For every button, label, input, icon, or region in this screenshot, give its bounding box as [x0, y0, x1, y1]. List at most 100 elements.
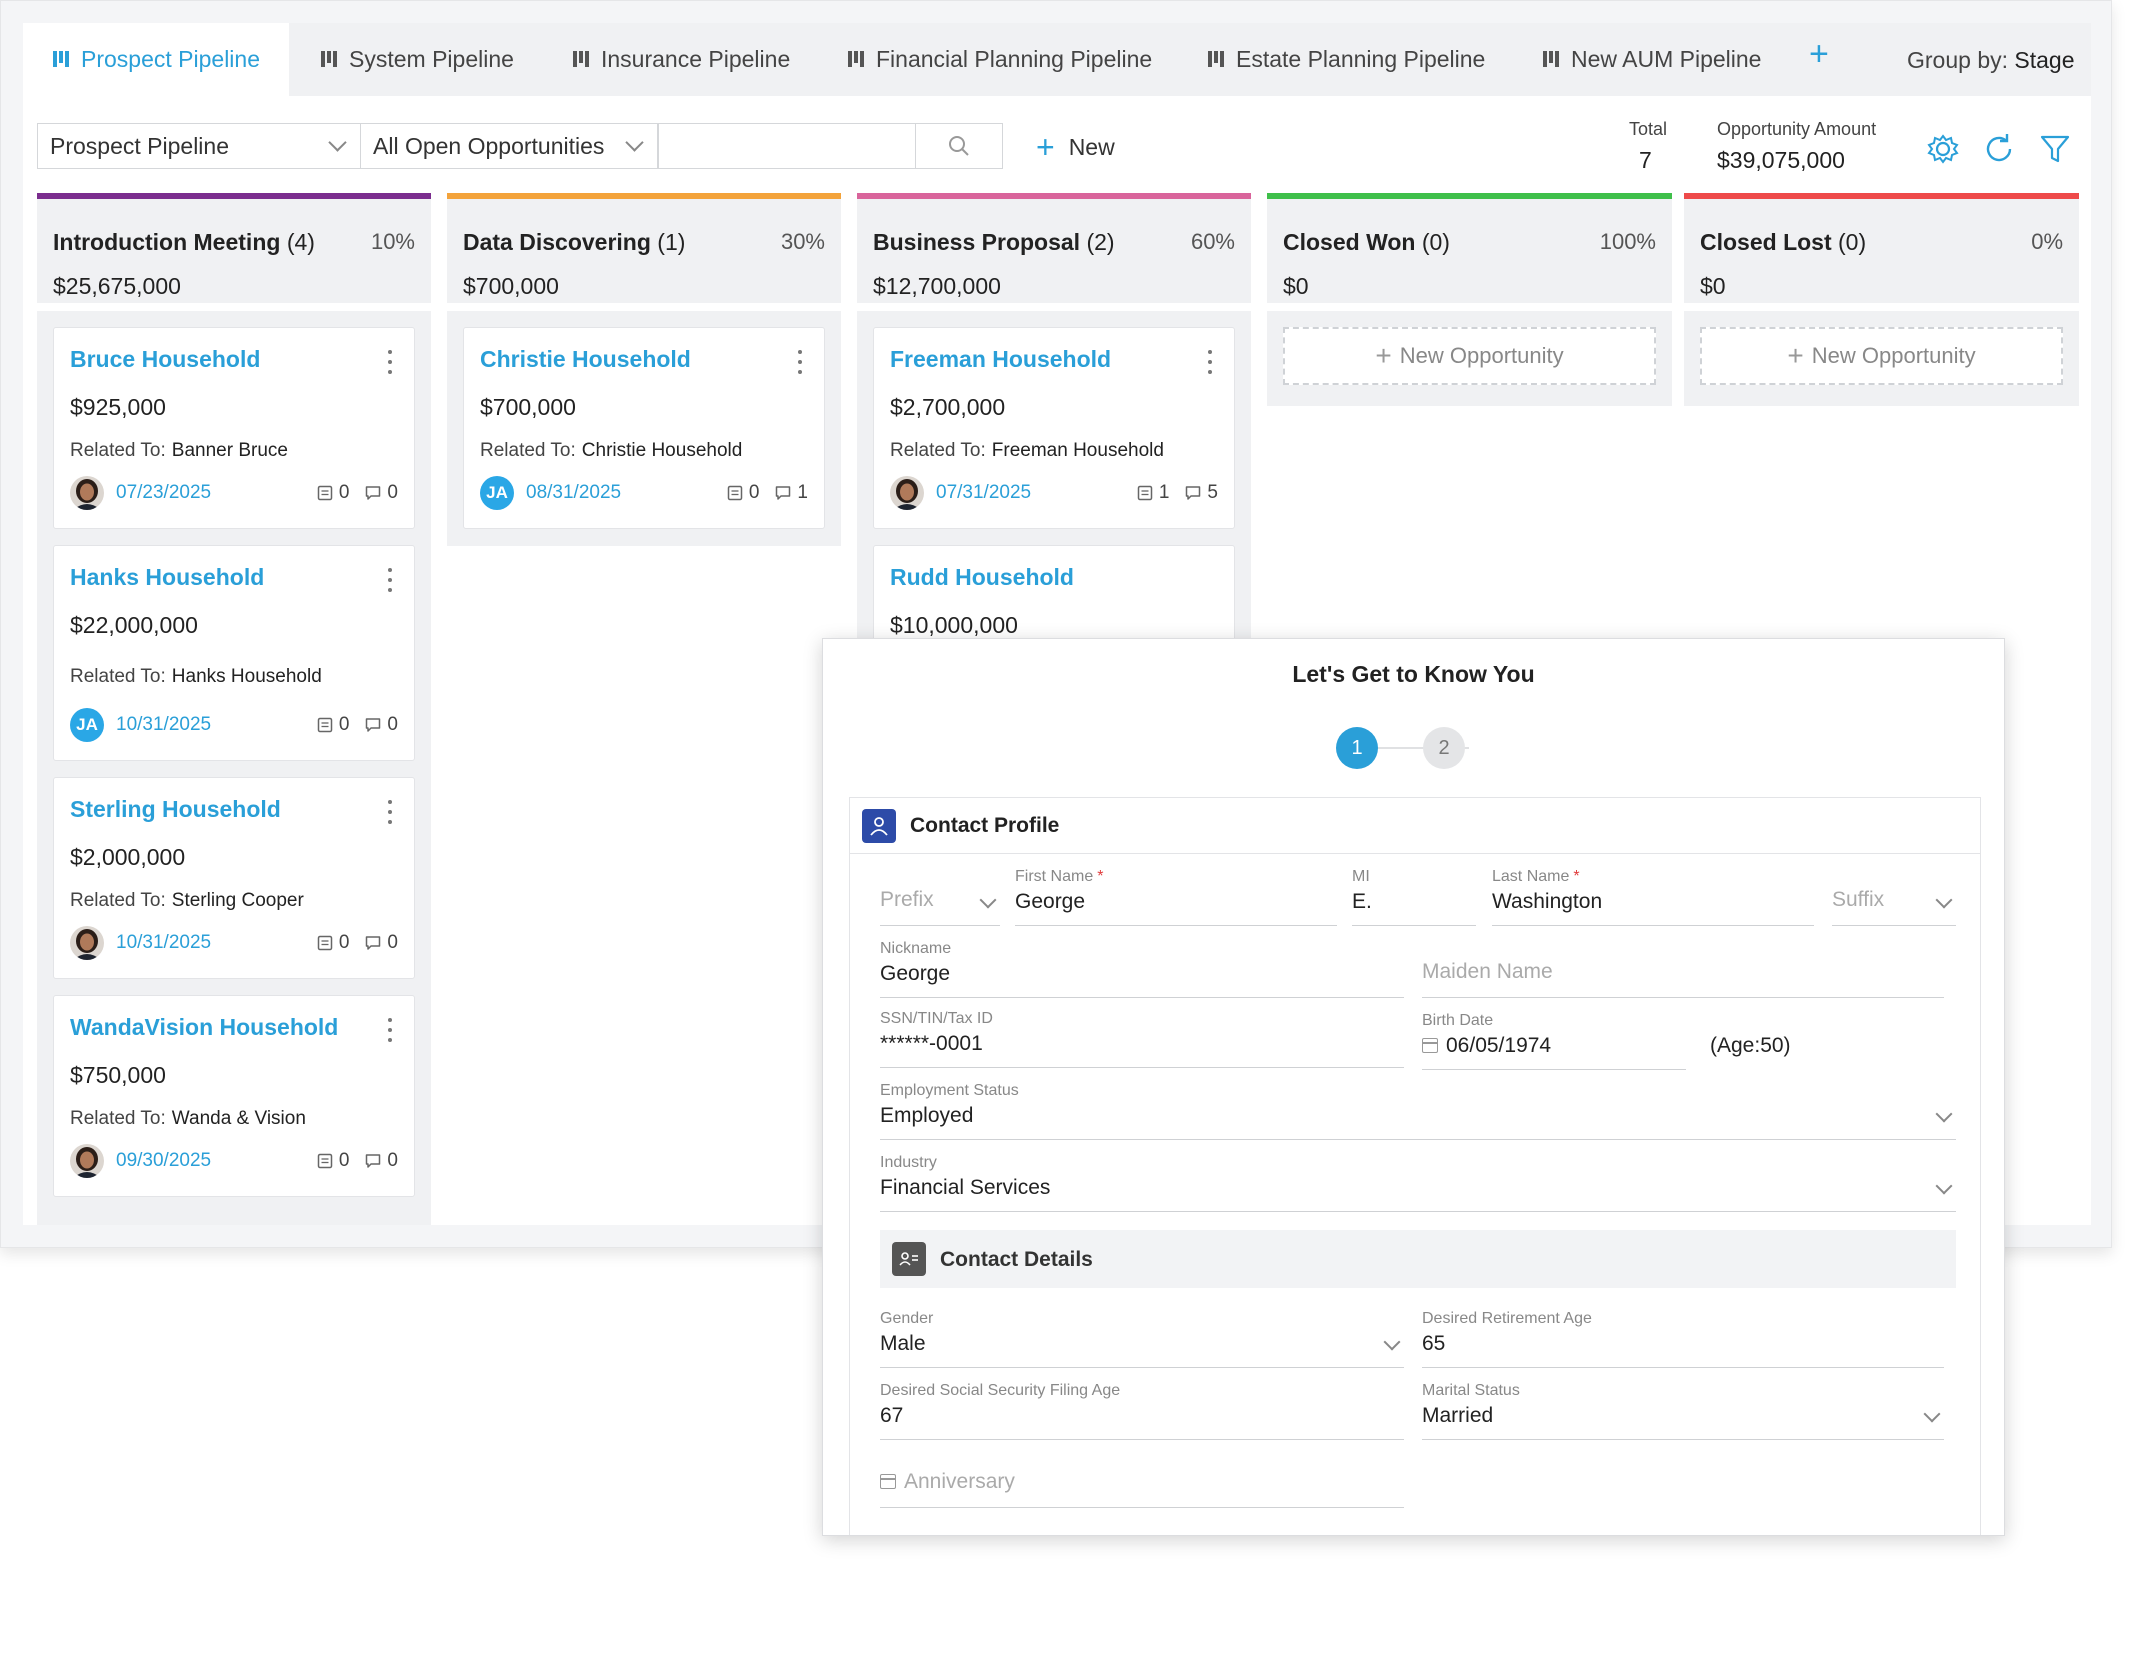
activity-counts: 0 0 [317, 1150, 398, 1172]
stage-title: Data Discovering (1) [463, 229, 686, 255]
first-name-field[interactable]: First Name * George [1015, 868, 1337, 926]
activity-counts: 0 0 [317, 482, 398, 504]
maiden-name-field[interactable]: Maiden Name [1422, 940, 1944, 998]
opportunity-card[interactable]: Sterling Household $2,000,000 Related To… [53, 777, 415, 979]
opportunity-title[interactable]: Christie Household [480, 346, 691, 373]
more-options-icon[interactable] [388, 350, 394, 374]
tab-financial-planning-pipeline[interactable]: Financial Planning Pipeline [848, 23, 1152, 96]
middle-initial-field[interactable]: MI E. [1352, 868, 1476, 926]
stage-column-header: Introduction Meeting (4) 10% $25,675,000 [37, 193, 431, 303]
gender-select[interactable]: Gender Male [880, 1310, 1404, 1368]
tab-insurance-pipeline[interactable]: Insurance Pipeline [573, 23, 790, 96]
more-options-icon[interactable] [798, 350, 804, 374]
comment-icon [366, 936, 381, 950]
opportunity-card[interactable]: Freeman Household $2,700,000 Related To:… [873, 327, 1235, 529]
opportunity-filter-select[interactable]: All Open Opportunities [360, 123, 658, 169]
search-button[interactable] [915, 123, 1003, 169]
opportunity-amount: $2,700,000 [890, 394, 1006, 420]
add-opportunity-button[interactable]: + New Opportunity [1283, 327, 1656, 385]
stage-title: Business Proposal (2) [873, 229, 1115, 255]
chevron-down-icon [625, 133, 644, 152]
stage-column-body: + New Opportunity [1684, 311, 2079, 406]
ss-filing-age-field[interactable]: Desired Social Security Filing Age 67 [880, 1382, 1404, 1440]
group-by-selector[interactable]: Group by: Stage [1907, 47, 2075, 74]
kanban-icon [53, 50, 71, 69]
stage-column-header: Business Proposal (2) 60% $12,700,000 [857, 193, 1251, 303]
stage-color-bar [447, 193, 841, 199]
total-value: 7 [1639, 147, 1652, 173]
contact-wizard-modal: Let's Get to Know You 1 2 Contact Profil… [822, 638, 2005, 1536]
opportunity-title[interactable]: WandaVision Household [70, 1014, 338, 1041]
contact-details-header[interactable]: Contact Details [880, 1230, 1956, 1288]
tab-estate-planning-pipeline[interactable]: Estate Planning Pipeline [1208, 23, 1485, 96]
stage-column-header: Data Discovering (1) 30% $700,000 [447, 193, 841, 303]
opportunity-card[interactable]: Bruce Household $925,000 Related To: Bann… [53, 327, 415, 529]
calendar-icon [880, 1474, 896, 1489]
related-to: Related To: Hanks Household [70, 666, 322, 687]
section-header: Contact Profile [850, 798, 1980, 854]
opportunity-title[interactable]: Rudd Household [890, 564, 1074, 591]
opportunity-title[interactable]: Bruce Household [70, 346, 260, 373]
marital-status-select[interactable]: Marital Status Married [1422, 1382, 1944, 1440]
anniversary-field[interactable]: Anniversary [880, 1450, 1404, 1508]
birth-date-field[interactable]: Birth Date 06/05/1974 [1422, 1012, 1686, 1070]
task-icon [1137, 485, 1153, 501]
new-opportunity-button[interactable]: + New [1036, 127, 1115, 167]
task-icon [317, 1153, 333, 1169]
related-to: Related To: Banner Bruce [70, 440, 288, 461]
tab-system-pipeline[interactable]: System Pipeline [321, 23, 514, 96]
employment-status-select[interactable]: Employment Status Employed [880, 1082, 1956, 1140]
opportunity-amount: $750,000 [70, 1062, 166, 1088]
kanban-icon [848, 50, 866, 69]
more-options-icon[interactable] [388, 1018, 394, 1042]
stage-amount: $12,700,000 [873, 273, 1001, 299]
chevron-down-icon [979, 891, 997, 909]
settings-icon[interactable] [1925, 131, 1961, 167]
stage-column-body: + New Opportunity [1267, 311, 1672, 406]
stage-amount: $0 [1700, 273, 1726, 299]
more-options-icon[interactable] [388, 568, 394, 592]
opportunity-card[interactable]: WandaVision Household $750,000 Related T… [53, 995, 415, 1197]
opportunity-title[interactable]: Hanks Household [70, 564, 264, 591]
more-options-icon[interactable] [388, 800, 394, 824]
avatar [70, 1144, 104, 1178]
step-1-indicator[interactable]: 1 [1336, 727, 1378, 769]
section-title: Contact Profile [910, 814, 1060, 837]
contact-profile-icon [862, 809, 896, 843]
add-opportunity-button[interactable]: + New Opportunity [1700, 327, 2063, 385]
comment-icon [776, 486, 791, 500]
nickname-field[interactable]: Nickname George [880, 940, 1404, 998]
close-date: 07/23/2025 [116, 482, 212, 503]
opportunity-card[interactable]: Hanks Household $22,000,000 Related To: H… [53, 545, 415, 761]
filter-icon[interactable] [2037, 131, 2073, 167]
prefix-select[interactable]: Prefix [880, 868, 1000, 926]
pipeline-select[interactable]: Prospect Pipeline [37, 123, 361, 169]
last-name-field[interactable]: Last Name * Washington [1492, 868, 1814, 926]
stage-color-bar [1267, 193, 1672, 199]
step-2-indicator[interactable]: 2 [1423, 727, 1465, 769]
close-date: 10/31/2025 [116, 932, 212, 953]
stage-column-body: Bruce Household $925,000 Related To: Bann… [37, 311, 431, 1225]
opportunity-title[interactable]: Sterling Household [70, 796, 281, 823]
tab-new-aum-pipeline[interactable]: New AUM Pipeline [1543, 23, 1761, 96]
retirement-age-field[interactable]: Desired Retirement Age 65 [1422, 1310, 1944, 1368]
suffix-select[interactable]: Suffix [1832, 868, 1956, 926]
search-input[interactable] [658, 123, 928, 169]
tab-prospect-pipeline[interactable]: Prospect Pipeline [23, 23, 289, 96]
task-icon [317, 485, 333, 501]
close-date: 10/31/2025 [116, 714, 212, 735]
stage-probability: 0% [2031, 229, 2063, 254]
activity-counts: 0 0 [317, 714, 398, 736]
more-options-icon[interactable] [1208, 350, 1214, 374]
industry-select[interactable]: Industry Financial Services [880, 1154, 1956, 1212]
stage-title: Introduction Meeting (4) [53, 229, 315, 255]
refresh-icon[interactable] [1981, 131, 2017, 167]
kanban-icon [321, 50, 339, 69]
task-icon [317, 935, 333, 951]
opportunity-card[interactable]: Christie Household $700,000 Related To: C… [463, 327, 825, 529]
kanban-icon [1543, 50, 1561, 69]
close-date: 07/31/2025 [936, 482, 1032, 503]
ssn-field[interactable]: SSN/TIN/Tax ID ******-0001 [880, 1010, 1404, 1068]
add-tab-button[interactable]: + [1809, 35, 1829, 74]
opportunity-title[interactable]: Freeman Household [890, 346, 1111, 373]
